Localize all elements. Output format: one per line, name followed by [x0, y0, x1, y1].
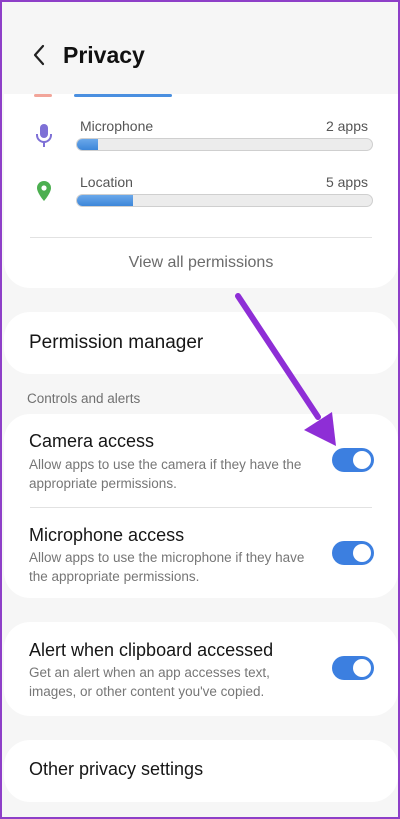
view-all-permissions-button[interactable]: View all permissions: [4, 254, 398, 272]
row-title: Camera access: [29, 431, 155, 451]
usage-bar-fill: [77, 139, 98, 150]
microphone-access-toggle[interactable]: [332, 541, 374, 565]
section-header: Controls and alerts: [27, 391, 141, 406]
controls-card: Camera access Allow apps to use the came…: [4, 414, 398, 598]
row-description: Get an alert when an app accesses text, …: [29, 665, 270, 699]
toggle-knob: [353, 659, 371, 677]
row-title: Other privacy settings: [29, 759, 204, 779]
partial-icon: [34, 94, 52, 97]
permission-label: Location: [80, 174, 133, 190]
usage-bar: [76, 138, 373, 151]
clipboard-alert-toggle[interactable]: [332, 656, 374, 680]
permissions-card: Microphone 2 apps Location 5 apps View a…: [4, 94, 398, 288]
divider: [30, 507, 372, 508]
partial-usage-bar: [74, 94, 172, 97]
permission-count: 5 apps: [325, 174, 368, 190]
toggle-knob: [353, 544, 371, 562]
permission-row-location[interactable]: Location 5 apps: [4, 174, 398, 214]
permission-manager-row[interactable]: Permission manager: [4, 312, 398, 374]
divider: [30, 237, 372, 238]
row-title: Microphone access: [29, 525, 185, 545]
row-description: Allow apps to use the microphone if they…: [29, 550, 305, 584]
clipboard-alert-row[interactable]: Alert when clipboard accessed Get an ale…: [4, 622, 398, 716]
row-description: Allow apps to use the camera if they hav…: [29, 457, 302, 491]
location-pin-icon: [37, 181, 51, 201]
other-privacy-settings-row[interactable]: Other privacy settings: [4, 740, 398, 802]
permission-row-microphone[interactable]: Microphone 2 apps: [4, 118, 398, 158]
page-title: Privacy: [63, 42, 145, 68]
usage-bar: [76, 194, 373, 207]
permission-count: 2 apps: [325, 118, 368, 134]
toggle-knob: [353, 451, 371, 469]
camera-access-toggle[interactable]: [332, 448, 374, 472]
row-title: Permission manager: [29, 332, 204, 353]
usage-bar-fill: [77, 195, 134, 206]
back-button[interactable]: [24, 40, 54, 70]
app-header: Privacy: [2, 2, 398, 94]
chevron-left-icon: [33, 44, 45, 66]
row-title: Alert when clipboard accessed: [29, 640, 274, 660]
permission-label: Microphone: [80, 118, 154, 134]
microphone-icon: [36, 124, 52, 147]
